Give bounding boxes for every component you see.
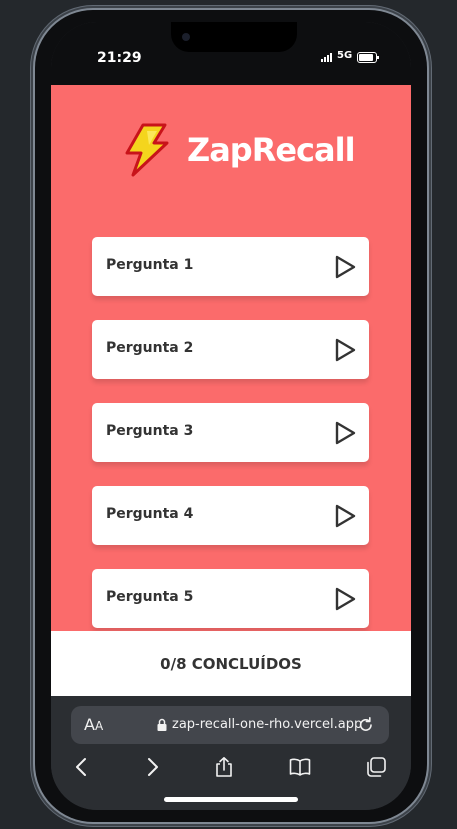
bookmarks-icon[interactable]	[289, 756, 311, 778]
flashcard-label: Pergunta 1	[106, 257, 194, 273]
lightning-icon	[125, 123, 169, 177]
play-icon[interactable]	[333, 587, 357, 611]
play-icon[interactable]	[333, 338, 357, 362]
play-icon[interactable]	[333, 504, 357, 528]
tabs-icon[interactable]	[365, 756, 387, 778]
browser-toolbar: AA zap-recall-one-rho.vercel.app	[51, 696, 411, 810]
phone-frame: 21:29 5G ZapRecall Pergunta 1 Pergunta 2	[35, 10, 427, 822]
url-text: zap-recall-one-rho.vercel.app	[172, 717, 363, 732]
address-bar[interactable]: AA zap-recall-one-rho.vercel.app	[71, 706, 389, 744]
app-main: ZapRecall Pergunta 1 Pergunta 2 Pergunta…	[51, 85, 411, 631]
text-size-button[interactable]: AA	[84, 715, 103, 734]
camera-icon	[182, 33, 190, 41]
progress-footer: 0/8 CONCLUÍDOS	[51, 631, 411, 696]
back-icon[interactable]	[71, 756, 93, 778]
lock-icon	[157, 718, 167, 731]
share-icon[interactable]	[213, 756, 235, 778]
flashcard-1[interactable]: Pergunta 1	[92, 237, 369, 296]
screen: 21:29 5G ZapRecall Pergunta 1 Pergunta 2	[51, 22, 411, 810]
battery-icon	[357, 52, 379, 63]
progress-text: 0/8 CONCLUÍDOS	[160, 655, 302, 673]
forward-icon[interactable]	[141, 756, 163, 778]
status-time: 21:29	[97, 50, 142, 66]
play-icon[interactable]	[333, 255, 357, 279]
flashcard-2[interactable]: Pergunta 2	[92, 320, 369, 379]
flashcard-label: Pergunta 3	[106, 423, 194, 439]
signal-icon	[321, 52, 332, 62]
flashcard-label: Pergunta 4	[106, 506, 194, 522]
notch	[171, 22, 297, 52]
flashcard-label: Pergunta 2	[106, 340, 194, 356]
flashcard-label: Pergunta 5	[106, 589, 194, 605]
flashcard-5[interactable]: Pergunta 5	[92, 569, 369, 628]
flashcard-3[interactable]: Pergunta 3	[92, 403, 369, 462]
play-icon[interactable]	[333, 421, 357, 445]
home-indicator	[164, 797, 298, 802]
flashcard-4[interactable]: Pergunta 4	[92, 486, 369, 545]
app-title: ZapRecall	[187, 131, 356, 169]
reload-icon[interactable]	[357, 716, 375, 734]
network-label: 5G	[337, 50, 353, 61]
